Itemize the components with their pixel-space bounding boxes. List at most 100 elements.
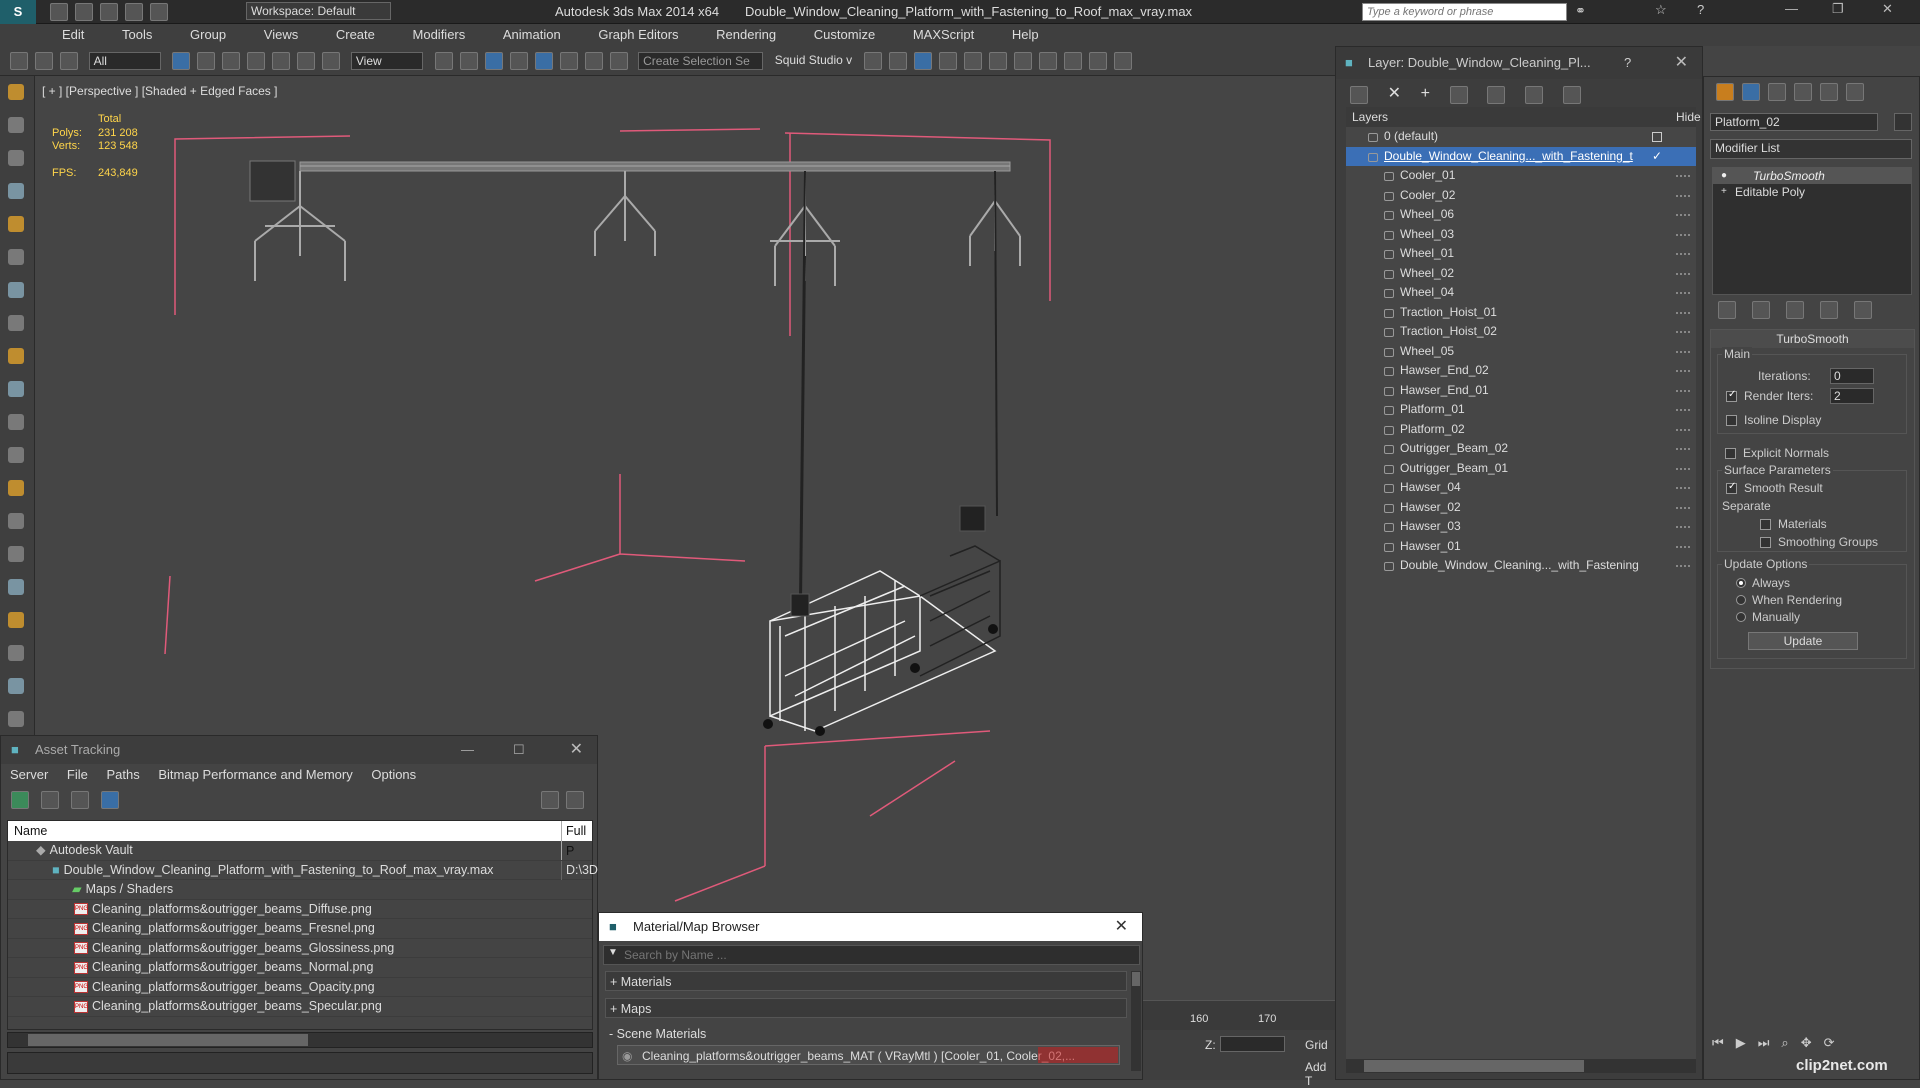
- save-icon[interactable]: [100, 3, 118, 21]
- remove-modifier-icon[interactable]: [1820, 301, 1838, 319]
- time-slider[interactable]: 160 170: [1140, 1000, 1335, 1030]
- layer-object-item[interactable]: Wheel_01: [1346, 244, 1696, 264]
- hide-toggle-dots[interactable]: [1676, 194, 1690, 197]
- stack-item-editable-poly[interactable]: + Editable Poly: [1713, 184, 1911, 200]
- always-radio[interactable]: [1736, 578, 1746, 588]
- map-file-row[interactable]: PNG Cleaning_platforms&outrigger_beams_Fr…: [8, 919, 592, 939]
- smooth-result-checkbox[interactable]: [1726, 481, 1737, 494]
- display-tab-icon[interactable]: [1820, 83, 1838, 101]
- asset-maximize-icon[interactable]: ☐: [513, 736, 525, 764]
- layer-object-item[interactable]: Wheel_03: [1346, 225, 1696, 245]
- hide-toggle-dots[interactable]: [1676, 331, 1690, 333]
- layer-icon-b[interactable]: [8, 150, 24, 166]
- schematic-view-icon[interactable]: [988, 52, 1007, 70]
- hide-toggle-dots[interactable]: [1676, 506, 1690, 509]
- curve-editor-icon[interactable]: [963, 52, 982, 70]
- vault-row[interactable]: ◆ Autodesk Vault: [8, 841, 592, 861]
- hierarchy-tab-icon[interactable]: [1768, 83, 1786, 101]
- selection-filter-dropdown[interactable]: All: [88, 52, 161, 70]
- layer-object-item[interactable]: Outrigger_Beam_02: [1346, 439, 1696, 459]
- menu-customize[interactable]: Customize: [814, 24, 875, 46]
- hide-toggle-dots[interactable]: [1676, 214, 1690, 216]
- render-teapot-icon[interactable]: [1113, 52, 1132, 70]
- layer-object-item[interactable]: Platform_01: [1346, 400, 1696, 420]
- help-icon[interactable]: ?: [1697, 2, 1704, 17]
- layer-object-item[interactable]: Traction_Hoist_02: [1346, 322, 1696, 342]
- line-icon[interactable]: [8, 645, 24, 661]
- configure-sets-icon[interactable]: [1854, 301, 1872, 319]
- align-icon[interactable]: [888, 52, 907, 70]
- make-unique-icon[interactable]: [1786, 301, 1804, 319]
- layer-object-item[interactable]: Cooler_02: [1346, 186, 1696, 206]
- layers-column-header[interactable]: Layers: [1346, 110, 1388, 124]
- show-end-result-icon[interactable]: [1752, 301, 1770, 319]
- rectangle-selection-icon[interactable]: [222, 52, 241, 70]
- app-logo-icon[interactable]: S: [0, 0, 36, 24]
- select-manipulate-icon[interactable]: [459, 52, 478, 70]
- asset-hscroll[interactable]: [7, 1032, 593, 1048]
- system-icon[interactable]: [8, 348, 24, 364]
- maximize-icon[interactable]: ❐: [1832, 1, 1844, 17]
- select-object-icon[interactable]: [172, 52, 191, 70]
- studio-label[interactable]: Squid Studio v: [775, 53, 852, 67]
- menu-create[interactable]: Create: [336, 24, 375, 46]
- help-search-input[interactable]: [1362, 3, 1567, 21]
- asset-close-icon[interactable]: ✕: [570, 736, 583, 764]
- layer-object-item[interactable]: Traction_Hoist_01: [1346, 303, 1696, 323]
- plane-icon[interactable]: [8, 579, 24, 595]
- group-maps[interactable]: + Maps: [605, 998, 1127, 1018]
- stack-item-turbosmooth[interactable]: ● TurboSmooth: [1713, 168, 1911, 184]
- next-frame-icon[interactable]: ⏭: [1758, 1035, 1770, 1050]
- camera-icon[interactable]: [8, 249, 24, 265]
- named-selection-dropdown[interactable]: Create Selection Se: [638, 52, 764, 70]
- object-color-swatch[interactable]: [1894, 113, 1912, 131]
- create-layer-icon[interactable]: [1350, 85, 1368, 104]
- hide-toggle-dots[interactable]: [1676, 370, 1690, 372]
- new-file-icon[interactable]: [50, 3, 68, 21]
- layer-object-item[interactable]: Platform_02: [1346, 420, 1696, 440]
- layer-icon-a[interactable]: [8, 117, 24, 133]
- object-icon[interactable]: [8, 183, 24, 199]
- asset-menu-bitmap[interactable]: Bitmap Performance and Memory: [158, 767, 352, 782]
- hide-toggle-dots[interactable]: [1676, 487, 1690, 489]
- thumbnail-view-icon[interactable]: [71, 791, 89, 809]
- when-rendering-radio[interactable]: [1736, 595, 1746, 605]
- redo-icon[interactable]: [150, 3, 168, 21]
- layer-default[interactable]: 0 (default): [1346, 127, 1696, 147]
- hide-toggle-dots[interactable]: [1676, 175, 1690, 177]
- hide-column-header[interactable]: Hide: [1676, 107, 1701, 127]
- rendered-frame-icon[interactable]: [1063, 52, 1082, 70]
- menu-modifiers[interactable]: Modifiers: [413, 24, 466, 46]
- reference-coordinate-dropdown[interactable]: View: [350, 52, 423, 70]
- asset-menu-paths[interactable]: Paths: [107, 767, 140, 782]
- map-file-row[interactable]: PNG Cleaning_platforms&outrigger_beams_Op…: [8, 978, 592, 997]
- rotate-icon[interactable]: [297, 52, 316, 70]
- layer-panel-titlebar[interactable]: ■ Layer: Double_Window_Cleaning_Pl... ? …: [1336, 47, 1702, 79]
- nurbs-icon[interactable]: [8, 711, 24, 727]
- pivot-center-icon[interactable]: [434, 52, 453, 70]
- hide-toggle-dots[interactable]: [1676, 233, 1690, 236]
- hide-toggle-dots[interactable]: [1676, 389, 1690, 392]
- space-warp-icon[interactable]: [8, 315, 24, 331]
- layer-object-item[interactable]: Wheel_02: [1346, 264, 1696, 284]
- hide-toggle-dots[interactable]: [1676, 292, 1690, 294]
- utilities-tab-icon[interactable]: [1846, 83, 1864, 101]
- window-crossing-icon[interactable]: [247, 52, 266, 70]
- layer-object-item[interactable]: Cooler_01: [1346, 166, 1696, 186]
- map-file-row[interactable]: PNG Cleaning_platforms&outrigger_beams_Sp…: [8, 997, 592, 1017]
- hide-toggle-dots[interactable]: [1676, 467, 1690, 470]
- scene-material-item[interactable]: ◉ Cleaning_platforms&outrigger_beams_MAT…: [617, 1045, 1120, 1065]
- group-scene-materials[interactable]: - Scene Materials: [605, 1025, 1127, 1043]
- menu-rendering[interactable]: Rendering: [716, 24, 776, 46]
- hide-toggle-icon[interactable]: [1652, 132, 1662, 142]
- update-button[interactable]: Update: [1748, 632, 1858, 650]
- pin-stack-icon[interactable]: [1718, 301, 1736, 319]
- add-time-tag-label[interactable]: Add T: [1305, 1060, 1335, 1088]
- binoculars-icon[interactable]: ⚭: [1575, 3, 1586, 19]
- freeze-all-layers-icon[interactable]: [1562, 85, 1581, 104]
- open-file-icon[interactable]: [75, 3, 93, 21]
- layer-object-item[interactable]: Hawser_End_01: [1346, 381, 1696, 401]
- layer-object-item[interactable]: Outrigger_Beam_01: [1346, 459, 1696, 479]
- search-dropdown-icon[interactable]: ▼: [608, 947, 618, 958]
- hide-toggle-dots[interactable]: [1676, 311, 1690, 314]
